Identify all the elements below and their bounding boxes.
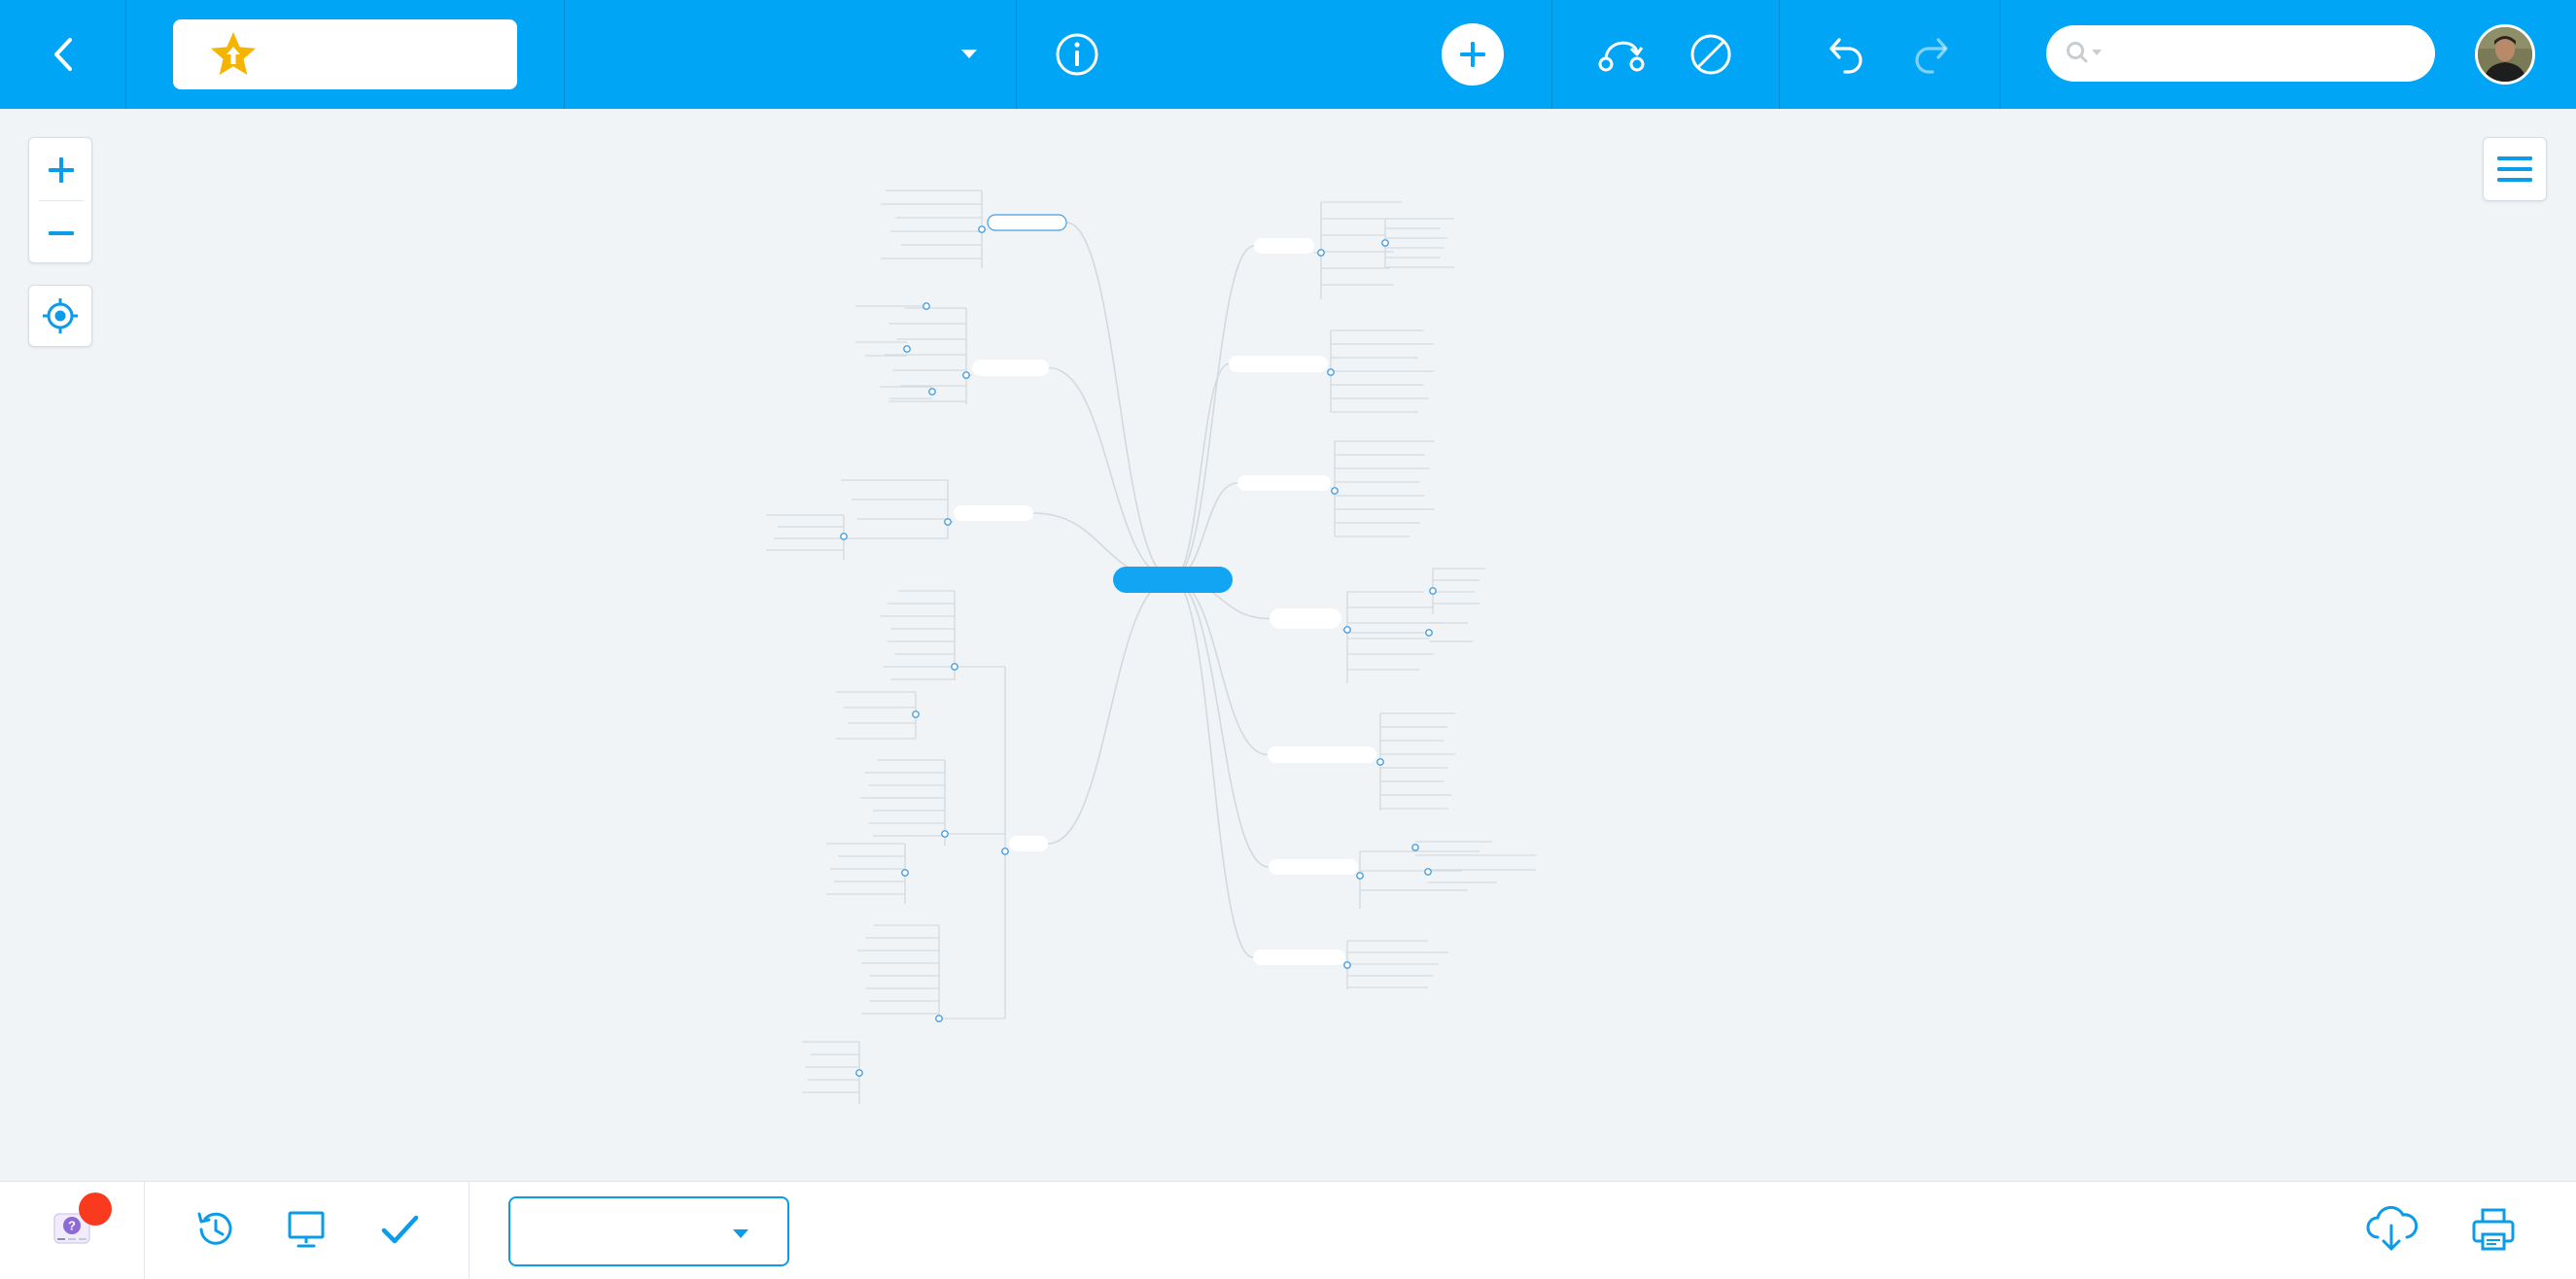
collapse-toggle [1331, 487, 1339, 495]
collapse-toggle [1424, 868, 1432, 876]
cloud-download-icon [2366, 1205, 2419, 1251]
search-input[interactable] [2118, 40, 2410, 67]
star-upload-icon [211, 32, 256, 75]
collapse-toggle [1343, 961, 1351, 969]
no-entry-icon [1690, 34, 1731, 75]
collapse-toggle [951, 663, 958, 671]
chevron-down-icon [733, 1229, 748, 1238]
root-topic[interactable] [1113, 567, 1233, 593]
collapse-toggle [944, 518, 952, 526]
avatar[interactable] [2475, 24, 2535, 85]
branch-connector [1171, 363, 1230, 580]
presentation-icon [288, 1211, 325, 1248]
collapse-toggle [901, 869, 909, 877]
collapse-toggle [962, 371, 970, 379]
branch-topic-5[interactable] [1268, 746, 1376, 763]
relationship-icon [1598, 41, 1645, 72]
collapse-toggle [1425, 629, 1433, 637]
history-icon [197, 1212, 232, 1245]
collapse-toggle [1001, 847, 1009, 855]
collapse-toggle [1381, 239, 1389, 247]
collapse-toggle [1343, 626, 1351, 634]
collapse-toggle [840, 533, 848, 540]
branch-topic-4[interactable] [1270, 608, 1341, 629]
branch-topic-2[interactable] [1229, 356, 1328, 372]
notification-badge[interactable] [79, 1193, 112, 1226]
branch-topic-9[interactable] [972, 360, 1049, 376]
branch-topic-6[interactable] [1269, 859, 1358, 875]
branch-topic-1[interactable] [1254, 238, 1314, 254]
collapse-toggle [1429, 587, 1437, 595]
branch-connector [1065, 222, 1173, 580]
collapse-toggle [1317, 249, 1325, 257]
back-icon [54, 38, 72, 71]
search-icon [2067, 42, 2102, 63]
collapse-toggle [935, 1015, 943, 1022]
collapse-toggle [912, 710, 920, 718]
redo-icon [1915, 38, 1948, 74]
collapse-toggle [1376, 758, 1384, 766]
checkmark-icon [381, 1215, 419, 1244]
collapse-toggle [855, 1069, 863, 1077]
collapse-toggle [1327, 368, 1335, 376]
add-topic-button[interactable] [1442, 23, 1504, 86]
undo-icon [1829, 38, 1862, 74]
collapse-toggle [922, 302, 930, 310]
svg-text:?: ? [68, 1219, 76, 1233]
document-title-field[interactable] [173, 19, 517, 89]
theme-dropdown[interactable] [565, 0, 1016, 109]
relationship-button[interactable] [1594, 29, 1649, 80]
branch-connector [1048, 366, 1173, 580]
clear-format-button[interactable] [1686, 29, 1736, 80]
info-button[interactable] [1052, 29, 1102, 80]
mind-map-canvas[interactable] [0, 109, 2576, 1181]
layout-dropdown[interactable] [508, 1196, 789, 1266]
check-button[interactable] [375, 1205, 424, 1254]
collapse-toggle [1411, 844, 1419, 851]
plus-icon [1460, 42, 1485, 67]
collapse-toggle [903, 345, 911, 353]
presentation-button[interactable] [282, 1205, 331, 1254]
top-toolbar [0, 0, 2576, 109]
collapse-toggle [978, 225, 986, 233]
undo-button[interactable] [1820, 29, 1870, 80]
branch-topic-3[interactable] [1237, 475, 1331, 491]
branch-topic-8[interactable] [987, 214, 1067, 231]
branch-connector [1171, 578, 1269, 756]
print-icon [2472, 1208, 2515, 1251]
download-button[interactable] [2362, 1201, 2420, 1258]
history-button[interactable] [191, 1205, 239, 1254]
collapse-toggle [928, 388, 936, 396]
collapse-toggle [941, 830, 949, 838]
search-box[interactable] [2046, 25, 2435, 82]
chevron-down-icon [961, 50, 977, 58]
print-button[interactable] [2465, 1201, 2522, 1258]
branch-connector [1171, 482, 1238, 580]
info-icon [1056, 33, 1098, 76]
branch-connector [1171, 578, 1254, 958]
branch-topic-11[interactable] [1009, 836, 1048, 851]
redo-button[interactable] [1907, 29, 1958, 80]
collapse-toggle [1356, 872, 1364, 880]
branch-topic-10[interactable] [954, 505, 1033, 521]
branch-topic-7[interactable] [1253, 950, 1345, 965]
back-button[interactable] [29, 25, 97, 84]
branch-connector [1171, 245, 1255, 580]
mind-map-connectors [766, 190, 1536, 1104]
branch-connector [1047, 578, 1173, 845]
branch-connector [1171, 578, 1270, 868]
